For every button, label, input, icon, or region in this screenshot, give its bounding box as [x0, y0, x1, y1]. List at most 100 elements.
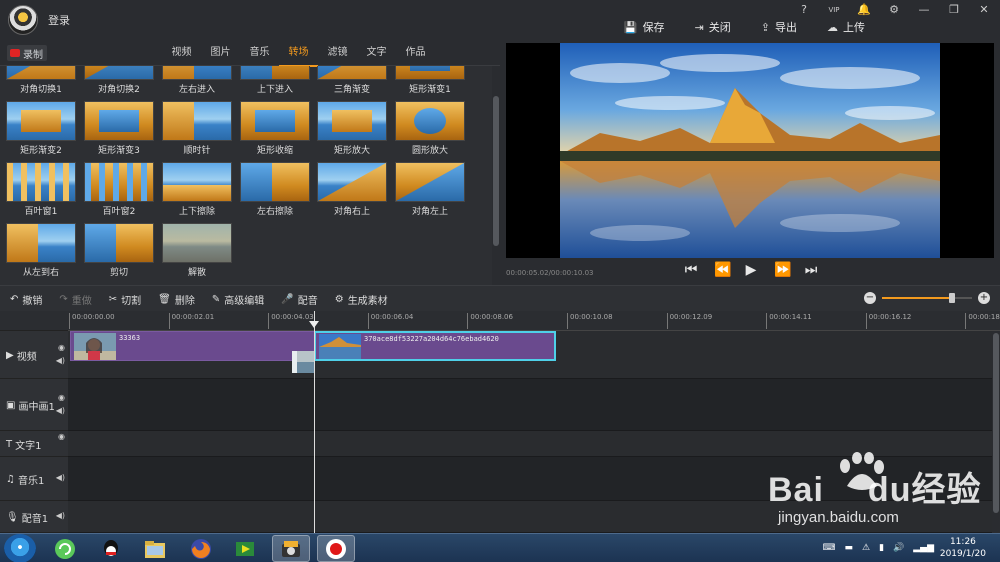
next-frame-icon[interactable]: ⏩: [774, 262, 791, 278]
transition-thumb[interactable]: 剪切: [84, 223, 154, 278]
zoom-slider-knob[interactable]: [949, 293, 956, 303]
transition-preview-image: [6, 223, 76, 263]
undo-button[interactable]: ↶ 撤销: [10, 292, 42, 307]
transition-thumb[interactable]: 矩形渐变1: [395, 66, 465, 95]
export-button[interactable]: ⇪ 导出: [761, 19, 797, 35]
previous-frame-icon[interactable]: ⏪: [714, 262, 731, 278]
close-project-button[interactable]: ⇥ 关闭: [695, 19, 731, 35]
tab-0[interactable]: 视频: [162, 40, 201, 67]
taskbar-app-firefox[interactable]: [182, 535, 220, 562]
transition-thumb[interactable]: 从左到右: [6, 223, 76, 278]
taskbar-clock[interactable]: 11:26 2019/1/20: [940, 536, 986, 560]
record-button[interactable]: 录制: [7, 45, 47, 61]
vip-icon[interactable]: VIP: [826, 3, 842, 17]
speaker-icon[interactable]: ◀): [56, 473, 65, 482]
dub-button[interactable]: 🎤 配音: [281, 292, 317, 307]
taskbar-app-video-editor[interactable]: [272, 535, 310, 562]
redo-button[interactable]: ↷ 重做: [59, 292, 91, 307]
video-clip[interactable]: 33363: [70, 331, 315, 361]
login-link[interactable]: 登录: [48, 12, 70, 28]
transition-thumb[interactable]: 左右擦除: [240, 162, 310, 217]
transition-thumb[interactable]: 顺时针: [162, 101, 232, 156]
media-tab-bar: 录制 视频 图片 音乐 转场 滤镜 文字 作品: [0, 40, 500, 67]
time-ruler[interactable]: 00:00:00.00 00:00:02.01 00:00:04.03 00:00:0…: [68, 311, 1000, 331]
volume-icon[interactable]: 🔊: [893, 543, 904, 553]
play-icon[interactable]: ▶: [744, 262, 758, 278]
tab-5[interactable]: 文字: [357, 40, 396, 67]
app-logo: [8, 5, 38, 35]
eye-icon[interactable]: ◉: [58, 393, 65, 402]
transition-thumb[interactable]: 对角右上: [317, 162, 387, 217]
transition-marker[interactable]: [292, 351, 314, 373]
transition-thumb[interactable]: 对角切换2: [84, 66, 154, 95]
playback-controls: ⏮ ⏪ ▶ ⏩ ⏭: [684, 262, 818, 278]
help-icon[interactable]: ?: [796, 3, 812, 17]
transition-thumb[interactable]: 对角左上: [395, 162, 465, 217]
generate-material-button[interactable]: ⚙ 生成素材: [335, 292, 388, 307]
eye-icon[interactable]: ◉: [58, 343, 65, 352]
network-icon[interactable]: ▬: [844, 543, 853, 553]
zoom-slider[interactable]: [882, 293, 972, 303]
transition-thumb[interactable]: 对角切换1: [6, 66, 76, 95]
transition-label: 上下擦除: [178, 207, 215, 217]
transition-thumb[interactable]: 三角渐变: [317, 66, 387, 95]
music-note-icon: ♫: [6, 474, 15, 485]
delete-button[interactable]: 🗑 删除: [158, 292, 195, 307]
transition-thumb[interactable]: 矩形渐变2: [6, 101, 76, 156]
transition-thumb[interactable]: 百叶窗1: [6, 162, 76, 217]
cut-button[interactable]: ✂ 切割: [109, 292, 141, 307]
save-button[interactable]: 💾 保存: [624, 19, 665, 35]
ruler-tick-label: 00:00:06.04: [367, 313, 413, 329]
eye-icon[interactable]: ◉: [58, 432, 65, 441]
video-lane[interactable]: 33363 370ace8df53227a204d64c76ebad4620: [68, 331, 992, 379]
tab-4[interactable]: 滤镜: [318, 40, 357, 67]
battery-icon[interactable]: ▮: [879, 543, 884, 553]
gear-icon[interactable]: ⚙: [886, 3, 902, 17]
transition-thumb[interactable]: 矩形收缩: [240, 101, 310, 156]
speaker-icon[interactable]: ◀): [56, 406, 65, 415]
transition-thumb[interactable]: 圆形放大: [395, 101, 465, 156]
taskbar-app-explorer[interactable]: [136, 535, 174, 562]
zoom-in-button[interactable]: +: [978, 292, 990, 304]
trash-icon: 🗑: [158, 294, 171, 305]
bell-icon[interactable]: 🔔: [856, 3, 872, 17]
taskbar-app-media[interactable]: [226, 535, 264, 562]
signal-icon[interactable]: ▂▄▆: [913, 543, 934, 553]
start-button[interactable]: [4, 534, 36, 562]
taskbar-app-qq[interactable]: [92, 535, 130, 562]
restore-icon[interactable]: ❐: [946, 3, 962, 17]
speaker-icon[interactable]: ◀): [56, 511, 65, 520]
video-clip-selected[interactable]: 370ace8df53227a204d64c76ebad4620: [314, 331, 556, 361]
zoom-out-button[interactable]: −: [864, 292, 876, 304]
playhead-handle[interactable]: [309, 321, 319, 328]
transition-thumb[interactable]: 解散: [162, 223, 232, 278]
keyboard-icon[interactable]: ⌨: [822, 543, 835, 553]
video-preview[interactable]: [506, 43, 994, 258]
taskbar-app-recorder[interactable]: [317, 535, 355, 562]
speaker-icon[interactable]: ◀): [56, 356, 65, 365]
timeline-scrollbar[interactable]: [992, 331, 1000, 533]
close-icon[interactable]: ✕: [976, 3, 992, 17]
transition-thumb[interactable]: 百叶窗2: [84, 162, 154, 217]
tab-3[interactable]: 转场: [279, 40, 318, 67]
skip-to-start-icon[interactable]: ⏮: [684, 262, 698, 278]
advanced-edit-button[interactable]: ✎ 高级编辑: [212, 292, 264, 307]
playhead[interactable]: [309, 311, 319, 533]
transition-thumb[interactable]: 矩形放大: [317, 101, 387, 156]
tab-6[interactable]: 作品: [396, 40, 435, 67]
transition-thumb[interactable]: 上下进入: [240, 66, 310, 95]
transition-thumb[interactable]: 左右进入: [162, 66, 232, 95]
skip-to-end-icon[interactable]: ⏭: [804, 262, 818, 278]
scrollbar-thumb[interactable]: [493, 96, 499, 246]
upload-button[interactable]: ☁ 上传: [827, 19, 865, 35]
pip-lane[interactable]: [68, 379, 992, 431]
tab-1[interactable]: 图片: [201, 40, 240, 67]
security-icon[interactable]: ⚠: [862, 543, 870, 553]
minimize-icon[interactable]: —: [916, 3, 932, 17]
scrollbar-thumb[interactable]: [993, 333, 999, 513]
media-scrollbar[interactable]: [492, 66, 500, 285]
transition-thumb[interactable]: 上下擦除: [162, 162, 232, 217]
transition-thumb[interactable]: 矩形渐变3: [84, 101, 154, 156]
tab-2[interactable]: 音乐: [240, 40, 279, 67]
taskbar-app-refresh[interactable]: [46, 535, 84, 562]
